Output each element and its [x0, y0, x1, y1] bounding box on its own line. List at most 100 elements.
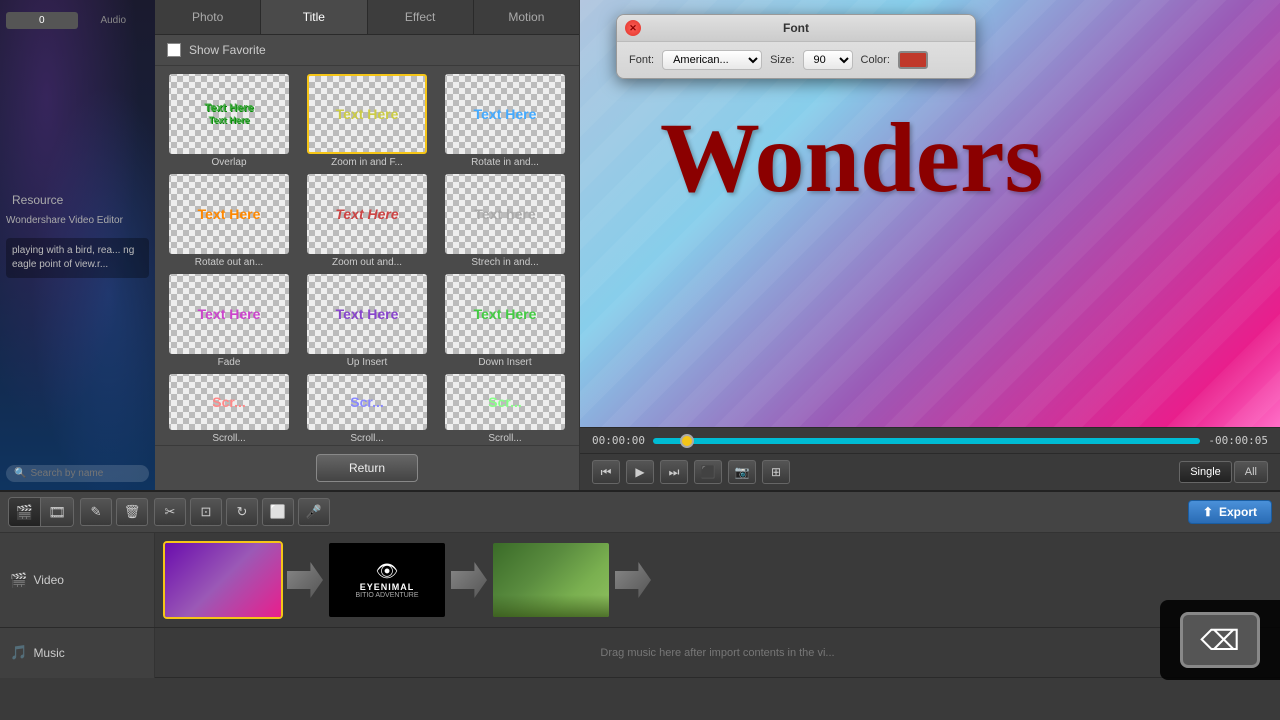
- transport-bar: 00:00:00 -00:00:05: [580, 427, 1280, 453]
- panel-tabs: Photo Title Effect Motion: [155, 0, 579, 35]
- show-favorite-checkbox[interactable]: [167, 43, 181, 57]
- transition-button[interactable]: ⬜: [262, 498, 294, 526]
- timeline-toolbar: 🎬 🎞 ✎ 🗑 ✂ ⊡ ↻ ⬜ 🎤 ⬆ Export: [0, 492, 1280, 533]
- progress-track[interactable]: [653, 438, 1200, 444]
- return-button[interactable]: Return: [316, 454, 418, 482]
- panel-controls: Show Favorite: [155, 35, 579, 66]
- sidebar-editor-label: Wondershare Video Editor: [6, 211, 149, 230]
- preview-video: Wonders ✕ Font Font: American... Size: 9…: [580, 0, 1280, 427]
- rotate-button[interactable]: ↻: [226, 498, 258, 526]
- rewind-button[interactable]: ⏮: [592, 460, 620, 484]
- stop-button[interactable]: ⬛: [694, 460, 722, 484]
- effect-fade[interactable]: Text Here Fade: [163, 274, 295, 368]
- fast-forward-button[interactable]: ⏭: [660, 460, 688, 484]
- font-dialog: ✕ Font Font: American... Size: 90 Color:: [616, 14, 976, 79]
- timeline-tracks: 🎬 Video 👁 EYENIMAL BITIO ADVENTURE: [0, 533, 1280, 720]
- search-input[interactable]: [30, 468, 155, 479]
- effect-thumb-upinsert: Text Here: [307, 274, 427, 354]
- sidebar-content: 0 Audio Resource Wondershare Video Edito…: [0, 0, 155, 286]
- trim-button[interactable]: ⊡: [190, 498, 222, 526]
- transition-3[interactable]: [615, 562, 651, 598]
- video-track: 🎬 Video 👁 EYENIMAL BITIO ADVENTURE: [0, 533, 1280, 628]
- size-select[interactable]: 90: [803, 50, 853, 70]
- view-mode-group: 🎬 🎞: [8, 497, 74, 527]
- mode-single-button[interactable]: Single: [1179, 461, 1232, 483]
- video-track-content: 👁 EYENIMAL BITIO ADVENTURE: [155, 533, 1280, 627]
- color-swatch[interactable]: [898, 51, 928, 69]
- effect-rotate-in[interactable]: Text Here Rotate in and...: [439, 74, 571, 168]
- cut-button[interactable]: ✂: [154, 498, 186, 526]
- timeline-actions: ✎ 🗑: [80, 498, 148, 526]
- tab-photo[interactable]: Photo: [155, 0, 261, 34]
- music-track-content: Drag music here after import contents in…: [155, 628, 1280, 677]
- effect-thumb-rotatein: Text Here: [445, 74, 565, 154]
- music-placeholder: Drag music here after import contents in…: [600, 647, 834, 659]
- tab-title[interactable]: Title: [261, 0, 367, 34]
- effect-strech-in[interactable]: Text here Strech in and...: [439, 174, 571, 268]
- music-track: 🎵 Music Drag music here after import con…: [0, 628, 1280, 678]
- audio-button[interactable]: 🎤: [298, 498, 330, 526]
- time-remaining: -00:00:05: [1208, 434, 1268, 447]
- video-track-icon: 🎬: [10, 572, 27, 589]
- effect-thumb-zoomout: Text Here: [307, 174, 427, 254]
- font-dialog-body: Font: American... Size: 90 Color:: [617, 42, 975, 78]
- mode-all-button[interactable]: All: [1234, 461, 1268, 483]
- effect-scroll-1[interactable]: Scr... Scroll...: [163, 374, 295, 444]
- fullscreen-button[interactable]: ⊞: [762, 460, 790, 484]
- effect-thumb-rotateout: Text Here: [169, 174, 289, 254]
- effect-thumb-scroll2: Scr...: [307, 374, 427, 430]
- sidebar: 0 Audio Resource Wondershare Video Edito…: [0, 0, 155, 490]
- timeline-view-button[interactable]: 🎞: [41, 498, 73, 526]
- effect-scroll-3[interactable]: Scr... Scroll...: [439, 374, 571, 444]
- video-track-label: 🎬 Video: [0, 533, 155, 627]
- video-clip-1[interactable]: [163, 541, 283, 619]
- controls-bar: ⏮ ▶ ⏭ ⬛ 📷 ⊞ Single All: [580, 453, 1280, 490]
- effect-zoom-in[interactable]: Text Here Zoom in and F...: [301, 74, 433, 168]
- panel-return: Return: [155, 445, 579, 490]
- effects-panel: Photo Title Effect Motion Show Favorite …: [155, 0, 580, 490]
- effect-down-insert[interactable]: Text Here Down Insert: [439, 274, 571, 368]
- font-dialog-close-button[interactable]: ✕: [625, 20, 641, 36]
- music-track-label: 🎵 Music: [0, 628, 155, 678]
- effect-thumb-strechin: Text here: [445, 174, 565, 254]
- mode-buttons: Single All: [1179, 461, 1268, 483]
- export-icon: ⬆: [1203, 505, 1213, 519]
- delete-button[interactable]: 🗑: [116, 498, 148, 526]
- tab-motion[interactable]: Motion: [474, 0, 579, 34]
- transition-2[interactable]: [451, 562, 487, 598]
- video-clip-3[interactable]: [491, 541, 611, 619]
- effect-thumb-fade: Text Here: [169, 274, 289, 354]
- music-track-icon: 🎵: [10, 644, 27, 661]
- export-button[interactable]: ⬆ Export: [1188, 500, 1272, 524]
- effect-zoom-out[interactable]: Text Here Zoom out and...: [301, 174, 433, 268]
- effect-scroll-2[interactable]: Scr... Scroll...: [301, 374, 433, 444]
- search-icon: 🔍: [14, 468, 26, 479]
- progress-thumb[interactable]: [680, 434, 694, 448]
- sidebar-tab-audio[interactable]: Audio: [78, 12, 150, 29]
- effect-rotate-out[interactable]: Text Here Rotate out an...: [163, 174, 295, 268]
- progress-track-container: [653, 438, 1200, 444]
- effect-overlap[interactable]: Text HereText Here Overlap: [163, 74, 295, 168]
- effect-up-insert[interactable]: Text Here Up Insert: [301, 274, 433, 368]
- preview-area: Wonders ✕ Font Font: American... Size: 9…: [580, 0, 1280, 490]
- backspace-button[interactable]: ⌫: [1180, 612, 1260, 668]
- show-favorite-label: Show Favorite: [189, 43, 266, 57]
- video-clip-2[interactable]: 👁 EYENIMAL BITIO ADVENTURE: [327, 541, 447, 619]
- timeline-section: 🎬 🎞 ✎ 🗑 ✂ ⊡ ↻ ⬜ 🎤 ⬆ Export 🎬 Video: [0, 490, 1280, 720]
- sidebar-tabs: 0 Audio: [6, 12, 149, 29]
- font-select[interactable]: American...: [662, 50, 762, 70]
- edit-button[interactable]: ✎: [80, 498, 112, 526]
- effect-thumb-scroll1: Scr...: [169, 374, 289, 430]
- effect-thumb-overlap: Text HereText Here: [169, 74, 289, 154]
- sidebar-resource-label: Resource: [6, 189, 149, 211]
- time-current: 00:00:00: [592, 434, 645, 447]
- sidebar-tab-0[interactable]: 0: [6, 12, 78, 29]
- effect-thumb-scroll3: Scr...: [445, 374, 565, 430]
- transition-1[interactable]: [287, 562, 323, 598]
- font-dialog-header: ✕ Font: [617, 15, 975, 42]
- tab-effect[interactable]: Effect: [368, 0, 474, 34]
- screenshot-button[interactable]: 📷: [728, 460, 756, 484]
- backspace-overlay: ⌫: [1160, 600, 1280, 680]
- storyboard-view-button[interactable]: 🎬: [9, 498, 41, 526]
- play-button[interactable]: ▶: [626, 460, 654, 484]
